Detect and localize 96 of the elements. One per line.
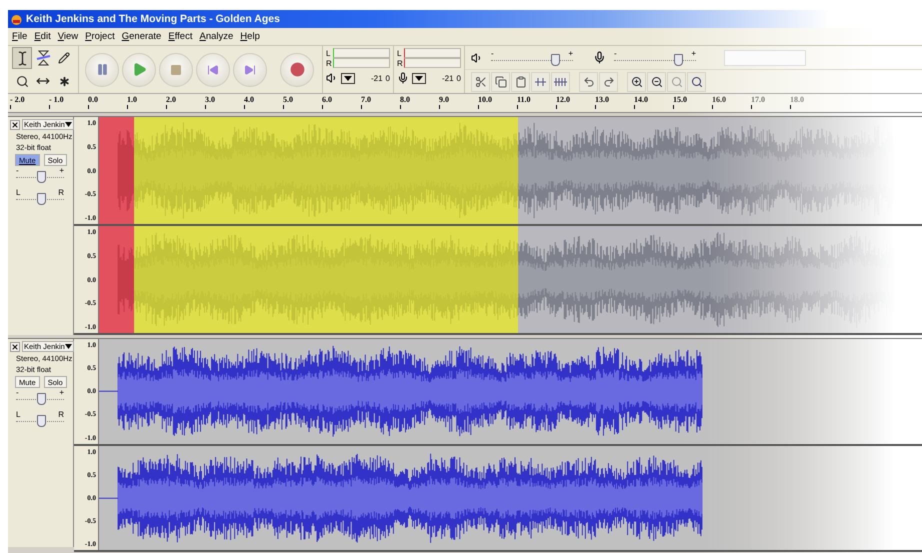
slider-min-label: L: [16, 410, 20, 419]
level-meter: [333, 48, 390, 58]
caret-icon: [64, 344, 72, 349]
slider-thumb[interactable]: [37, 193, 46, 205]
zoom-icon: [16, 74, 28, 88]
slider[interactable]: L R: [14, 190, 66, 204]
slider[interactable]: - +: [14, 390, 66, 404]
speaker-icon: [471, 52, 483, 64]
slider-min-label: -: [491, 48, 494, 58]
level-meter: [404, 48, 461, 58]
skip-start-icon: [207, 64, 219, 76]
caret-icon: [415, 76, 423, 80]
transport-button[interactable]: [280, 52, 314, 86]
channel-label: L: [326, 48, 332, 58]
speaker-icon: [326, 72, 338, 84]
toolbar-button[interactable]: [687, 72, 706, 92]
slider-max-label: +: [691, 48, 696, 58]
slider-min-label: -: [16, 166, 19, 175]
toolbar-button[interactable]: [551, 72, 570, 92]
slider-max-label: R: [58, 188, 64, 197]
menu-item[interactable]: View: [58, 31, 78, 42]
caret-icon: [344, 76, 352, 80]
slider-thumb[interactable]: [37, 415, 46, 427]
slider[interactable]: - +: [14, 168, 66, 182]
copy-icon: [494, 76, 506, 88]
channel-label: L: [397, 48, 402, 58]
slider-max-label: R: [58, 410, 64, 419]
zoom-fit-icon: [670, 76, 682, 88]
zoom-fit-icon: [690, 76, 702, 88]
menu-item[interactable]: Project: [85, 31, 115, 42]
microphone-icon: [397, 72, 409, 84]
transport-button[interactable]: [233, 52, 267, 86]
close-button[interactable]: [10, 120, 20, 130]
toolbar-button[interactable]: [531, 72, 550, 92]
zoom-in-icon: [630, 76, 642, 88]
slider-min-label: -: [16, 388, 19, 397]
close-button[interactable]: [10, 342, 20, 352]
meter-scale-label: 0: [456, 74, 461, 82]
transport-button[interactable]: [85, 52, 119, 86]
toolbar-button[interactable]: [511, 72, 530, 92]
menu-item[interactable]: Effect: [168, 31, 192, 42]
slider-thumb[interactable]: [37, 393, 46, 405]
menu-item[interactable]: File: [12, 31, 28, 42]
meter-scale-label: -21: [442, 74, 454, 82]
slider-max-label: +: [59, 388, 64, 397]
meter-dropdown[interactable]: [412, 72, 426, 84]
channel-label: R: [326, 58, 332, 68]
undo-icon: [582, 76, 594, 88]
slider[interactable]: - +: [612, 50, 698, 64]
scissors-icon: [474, 76, 486, 88]
level-meter: [333, 58, 390, 68]
menu-item[interactable]: Edit: [34, 31, 51, 42]
slider-max-label: +: [568, 48, 573, 58]
meter-scale-label: 0: [386, 74, 390, 82]
record-icon: [290, 62, 304, 77]
toolbar-button[interactable]: [627, 72, 646, 92]
meter-dropdown[interactable]: [341, 72, 355, 84]
toolbar-button[interactable]: [647, 72, 666, 92]
paste-icon: [514, 76, 526, 88]
pause-icon: [96, 63, 108, 76]
caret-icon: [64, 122, 72, 127]
play-icon: [132, 62, 146, 77]
transport-button[interactable]: [196, 52, 230, 86]
close-icon: [11, 120, 19, 128]
envelope-icon: [36, 50, 50, 66]
slider-max-label: +: [59, 166, 64, 175]
channel-label: R: [397, 58, 403, 68]
redo-icon: [602, 76, 614, 88]
slider-min-label: -: [614, 48, 617, 58]
menu-item[interactable]: Analyze: [199, 31, 234, 42]
app-icon: [11, 14, 22, 24]
level-meter: [404, 58, 461, 68]
tool-button[interactable]: [12, 47, 32, 69]
slider[interactable]: - +: [489, 50, 575, 64]
silence-icon: [553, 76, 568, 88]
toolbar-button[interactable]: [599, 72, 618, 92]
stop-icon: [170, 64, 182, 76]
slider-thumb[interactable]: [674, 54, 684, 66]
toolbar-button[interactable]: [579, 72, 598, 92]
skip-end-icon: [244, 64, 256, 76]
dropdown-field[interactable]: [724, 50, 806, 66]
slider-thumb[interactable]: [551, 54, 560, 66]
slider-min-label: L: [16, 188, 20, 197]
menu-item[interactable]: Help: [240, 31, 260, 42]
close-icon: [11, 342, 19, 350]
toolbar-button[interactable]: [471, 72, 490, 92]
trim-icon: [534, 76, 547, 88]
slider[interactable]: L R: [14, 412, 66, 426]
pencil-icon: [58, 52, 70, 64]
window-title: Keith Jenkins and The Moving Parts - Golden Ages: [26, 13, 280, 25]
slider-thumb[interactable]: [37, 171, 46, 183]
zoom-out-icon: [650, 76, 662, 88]
microphone-icon: [593, 51, 606, 64]
toolbar-button[interactable]: [491, 72, 510, 92]
meter-scale-label: -21: [370, 74, 383, 82]
menu-item[interactable]: Generate: [122, 31, 162, 42]
